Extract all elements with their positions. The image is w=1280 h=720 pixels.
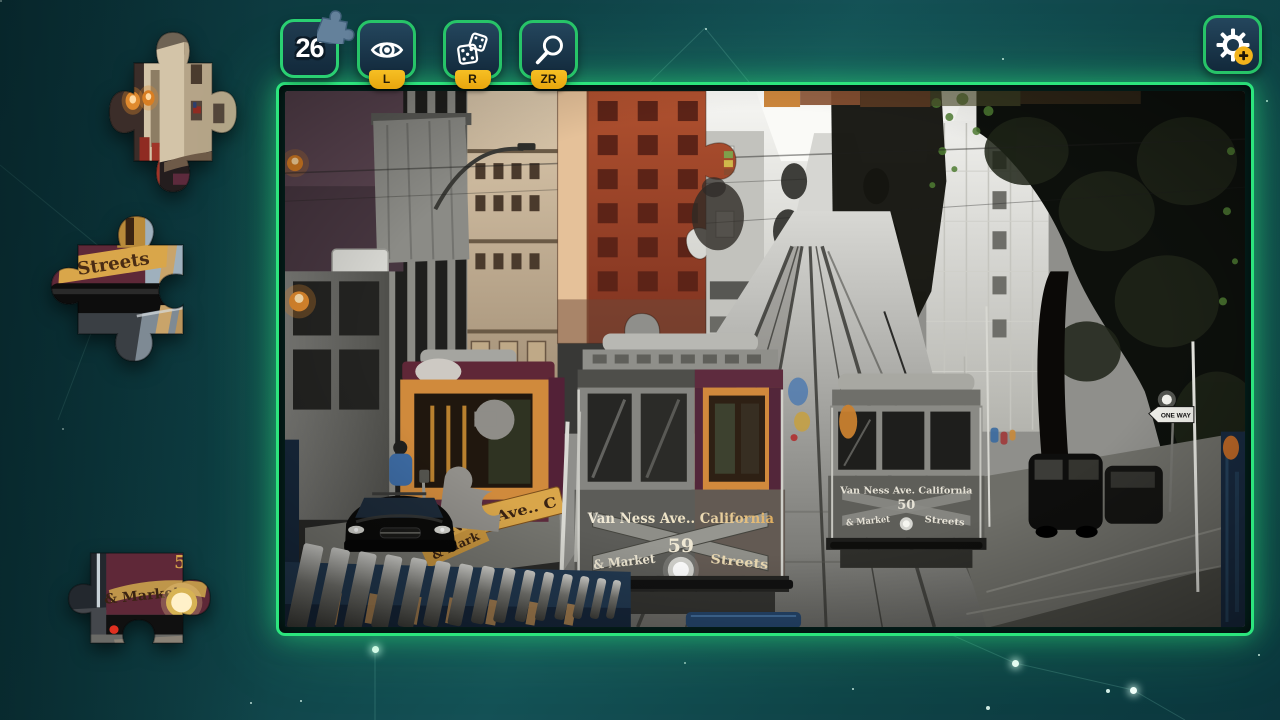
preview-button[interactable]: L [357,20,416,79]
shortcut-badge-r: R [455,70,491,89]
magnifier-icon [531,32,567,68]
eye-icon [369,32,405,68]
shortcut-badge-l: L [369,70,405,89]
tray-piece-market-59[interactable]: & Market 59 [62,526,218,674]
puzzle-scene-cable-cars: ONE WAY [285,91,1245,627]
piece-counter: 26 [280,19,339,78]
shuffle-button[interactable]: R [443,20,502,79]
tray-piece-building-lamps[interactable] [106,28,240,196]
puzzle-board[interactable]: ONE WAY [276,82,1254,636]
star-dot-large [1130,687,1137,694]
game-screen: 26 L R [0,0,1280,720]
star-dot-large [372,646,379,653]
tray-piece-streets-banner[interactable]: Streets [50,204,218,368]
settings-button[interactable] [1203,15,1262,74]
dice-icon [455,32,491,68]
vignette [285,91,1245,627]
tray-piece-number: 59 [174,552,199,572]
gear-plus-icon [1213,25,1253,65]
puzzle-piece-icon [317,6,355,44]
star-dot-large [1012,660,1019,667]
zoom-button[interactable]: ZR [519,20,578,79]
shortcut-badge-zr: ZR [531,70,567,89]
